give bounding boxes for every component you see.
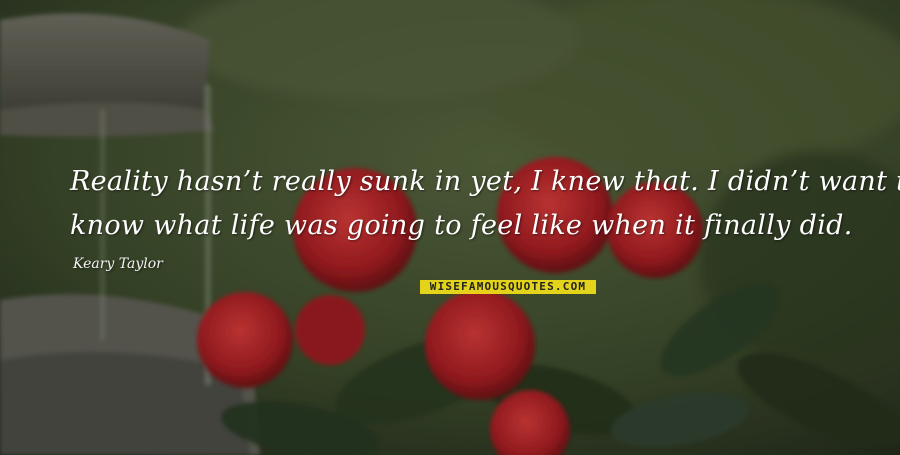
quote-block: Reality hasn’t really sunk in yet, I kne… (70, 160, 900, 272)
quote-author: Keary Taylor (73, 256, 163, 272)
watermark-badge: WISEFAMOUSQUOTES.COM (420, 280, 596, 294)
quote-line-2: know what life was going to feel like wh… (70, 210, 853, 241)
quote-line-1: Reality hasn’t really sunk in yet, I kne… (70, 166, 900, 197)
